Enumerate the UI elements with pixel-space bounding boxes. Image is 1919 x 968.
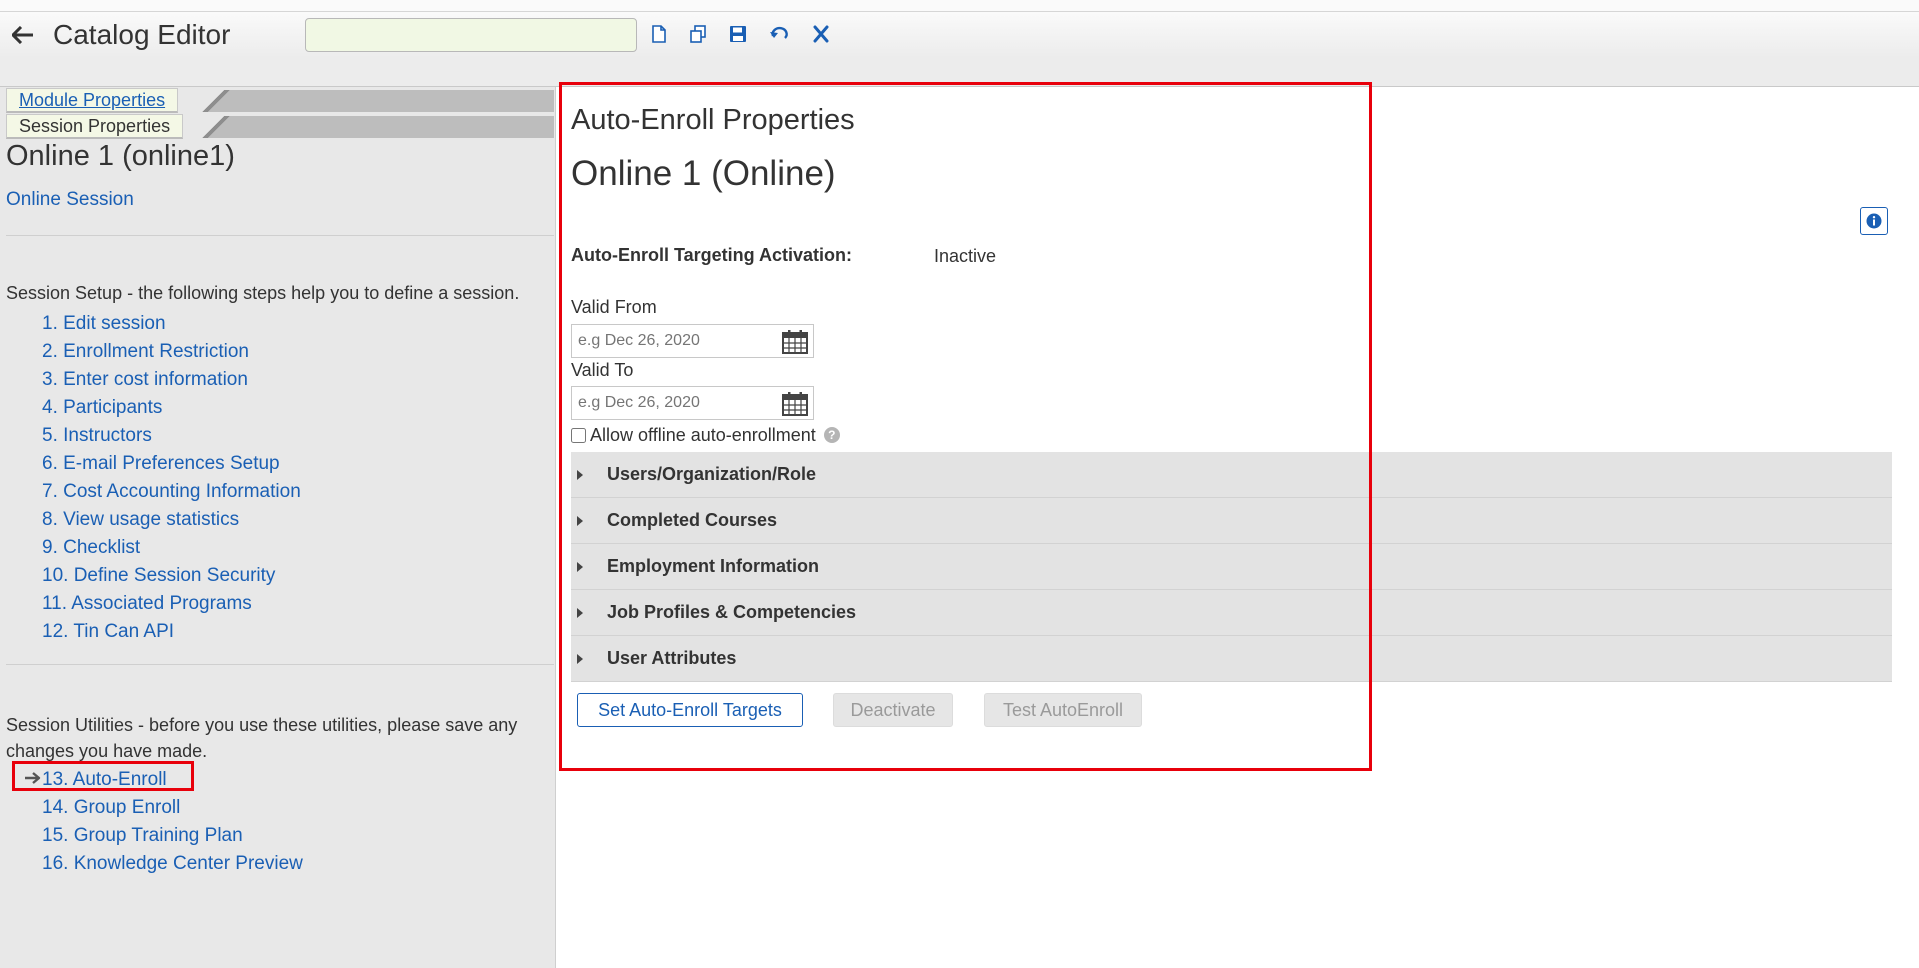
section-user-attributes[interactable]: User Attributes (571, 636, 1892, 682)
section-label: Job Profiles & Competencies (607, 602, 857, 622)
setup-step-link[interactable]: 1. Edit session (42, 313, 166, 334)
valid-from-input[interactable] (572, 325, 784, 357)
setup-step-link[interactable]: 11. Associated Programs (42, 593, 252, 614)
setup-steps-list: 1. Edit session 2. Enrollment Restrictio… (42, 310, 301, 646)
close-x-icon[interactable] (809, 22, 833, 46)
section-label: User Attributes (607, 648, 737, 668)
caret-right-icon (577, 469, 583, 480)
calendar-icon[interactable] (781, 329, 809, 355)
setup-step-link[interactable]: 2. Enrollment Restriction (42, 341, 249, 362)
setup-step-link[interactable]: 10. Define Session Security (42, 565, 275, 586)
setup-step-checklist[interactable]: 9. Checklist (42, 534, 301, 562)
new-document-icon[interactable] (647, 22, 671, 46)
help-icon[interactable]: ? (823, 427, 840, 443)
setup-step-enrollment-restriction[interactable]: 2. Enrollment Restriction (42, 338, 301, 366)
utility-link[interactable]: 13. Auto-Enroll (42, 769, 167, 790)
utilities-intro-text: Session Utilities - before you use these… (6, 715, 518, 761)
section-job-profiles-competencies[interactable]: Job Profiles & Competencies (571, 590, 1892, 636)
caret-right-icon (577, 607, 583, 618)
calendar-icon[interactable] (781, 391, 809, 417)
app-title: Catalog Editor (53, 19, 231, 50)
toolbar: Catalog Editor (0, 12, 1919, 58)
caret-right-icon (577, 653, 583, 664)
utility-link[interactable]: 15. Group Training Plan (42, 825, 243, 846)
targeting-sections: Users/Organization/Role Completed Course… (571, 452, 1892, 682)
module-name: Online 1 (Online) (571, 154, 836, 193)
set-auto-enroll-targets-button[interactable]: Set Auto-Enroll Targets (577, 693, 803, 727)
setup-intro-text: Session Setup - the following steps help… (6, 283, 520, 303)
setup-step-link[interactable]: 12. Tin Can API (42, 621, 174, 642)
setup-step-link[interactable]: 8. View usage statistics (42, 509, 239, 530)
utility-knowledge-center-preview[interactable]: 16. Knowledge Center Preview (42, 850, 303, 878)
activation-label: Auto-Enroll Targeting Activation: (571, 245, 852, 265)
setup-step-link[interactable]: 9. Checklist (42, 537, 140, 558)
valid-to-field (571, 386, 814, 420)
window-top-strip (0, 0, 1919, 12)
copy-icon[interactable] (686, 22, 710, 46)
offline-auto-enroll-checkbox[interactable] (571, 427, 586, 443)
valid-from-field (571, 324, 814, 358)
setup-step-link[interactable]: 3. Enter cost information (42, 369, 248, 390)
current-arrow-icon (24, 770, 42, 786)
setup-step-link[interactable]: 4. Participants (42, 397, 162, 418)
caret-right-icon (577, 561, 583, 572)
setup-step-cost-accounting[interactable]: 7. Cost Accounting Information (42, 478, 301, 506)
toolbar-search-input[interactable] (305, 18, 637, 52)
caret-right-icon (577, 515, 583, 526)
utility-group-enroll[interactable]: 14. Group Enroll (42, 794, 303, 822)
utility-group-training-plan[interactable]: 15. Group Training Plan (42, 822, 303, 850)
setup-step-associated-programs[interactable]: 11. Associated Programs (42, 590, 301, 618)
utility-link[interactable]: 16. Knowledge Center Preview (42, 853, 303, 874)
tab-filler (229, 90, 554, 112)
session-type-link[interactable]: Online Session (6, 189, 134, 211)
back-arrow-icon[interactable] (8, 20, 38, 50)
divider (6, 664, 554, 665)
setup-step-tin-can-api[interactable]: 12. Tin Can API (42, 618, 301, 646)
utility-auto-enroll[interactable]: 13. Auto-Enroll (42, 766, 303, 794)
setup-step-email-preferences[interactable]: 6. E-mail Preferences Setup (42, 450, 301, 478)
section-label: Users/Organization/Role (607, 464, 817, 484)
offline-auto-enroll-row: Allow offline auto-enrollment ? (571, 424, 840, 446)
info-icon[interactable] (1860, 207, 1888, 235)
section-label: Employment Information (607, 556, 820, 576)
section-employment-information[interactable]: Employment Information (571, 544, 1892, 590)
setup-step-usage-statistics[interactable]: 8. View usage statistics (42, 506, 301, 534)
toolbar-subbar (0, 58, 1919, 87)
valid-from-label: Valid From (571, 297, 657, 317)
offline-auto-enroll-label: Allow offline auto-enrollment (590, 424, 816, 445)
utilities-list: 13. Auto-Enroll 14. Group Enroll 15. Gro… (42, 766, 303, 878)
tab-session-properties-label[interactable]: Session Properties (6, 114, 184, 139)
valid-to-input[interactable] (572, 387, 784, 419)
tab-session-properties[interactable]: Session Properties (6, 114, 554, 139)
tab-module-properties[interactable]: Module Properties (6, 88, 554, 113)
section-completed-courses[interactable]: Completed Courses (571, 498, 1892, 544)
setup-step-cost-information[interactable]: 3. Enter cost information (42, 366, 301, 394)
session-title: Online 1 (online1) (6, 140, 235, 172)
utility-link[interactable]: 14. Group Enroll (42, 797, 180, 818)
save-icon[interactable] (726, 22, 750, 46)
page-heading: Auto-Enroll Properties (571, 104, 855, 136)
test-auto-enroll-button[interactable]: Test AutoEnroll (984, 693, 1142, 727)
setup-step-session-security[interactable]: 10. Define Session Security (42, 562, 301, 590)
setup-step-link[interactable]: 5. Instructors (42, 425, 152, 446)
divider (6, 235, 554, 236)
activation-status: Inactive (934, 246, 997, 266)
section-users-organization-role[interactable]: Users/Organization/Role (571, 452, 1892, 498)
section-label: Completed Courses (607, 510, 778, 530)
undo-icon[interactable] (767, 22, 791, 46)
valid-to-label: Valid To (571, 360, 634, 380)
setup-step-participants[interactable]: 4. Participants (42, 394, 301, 422)
setup-step-link[interactable]: 6. E-mail Preferences Setup (42, 453, 280, 474)
setup-step-instructors[interactable]: 5. Instructors (42, 422, 301, 450)
deactivate-button[interactable]: Deactivate (833, 693, 953, 727)
setup-step-edit-session[interactable]: 1. Edit session (42, 310, 301, 338)
tab-module-properties-label[interactable]: Module Properties (6, 88, 179, 113)
tab-wedge (199, 90, 233, 112)
setup-step-link[interactable]: 7. Cost Accounting Information (42, 481, 301, 502)
tab-wedge (199, 116, 233, 138)
tab-filler (229, 116, 554, 138)
